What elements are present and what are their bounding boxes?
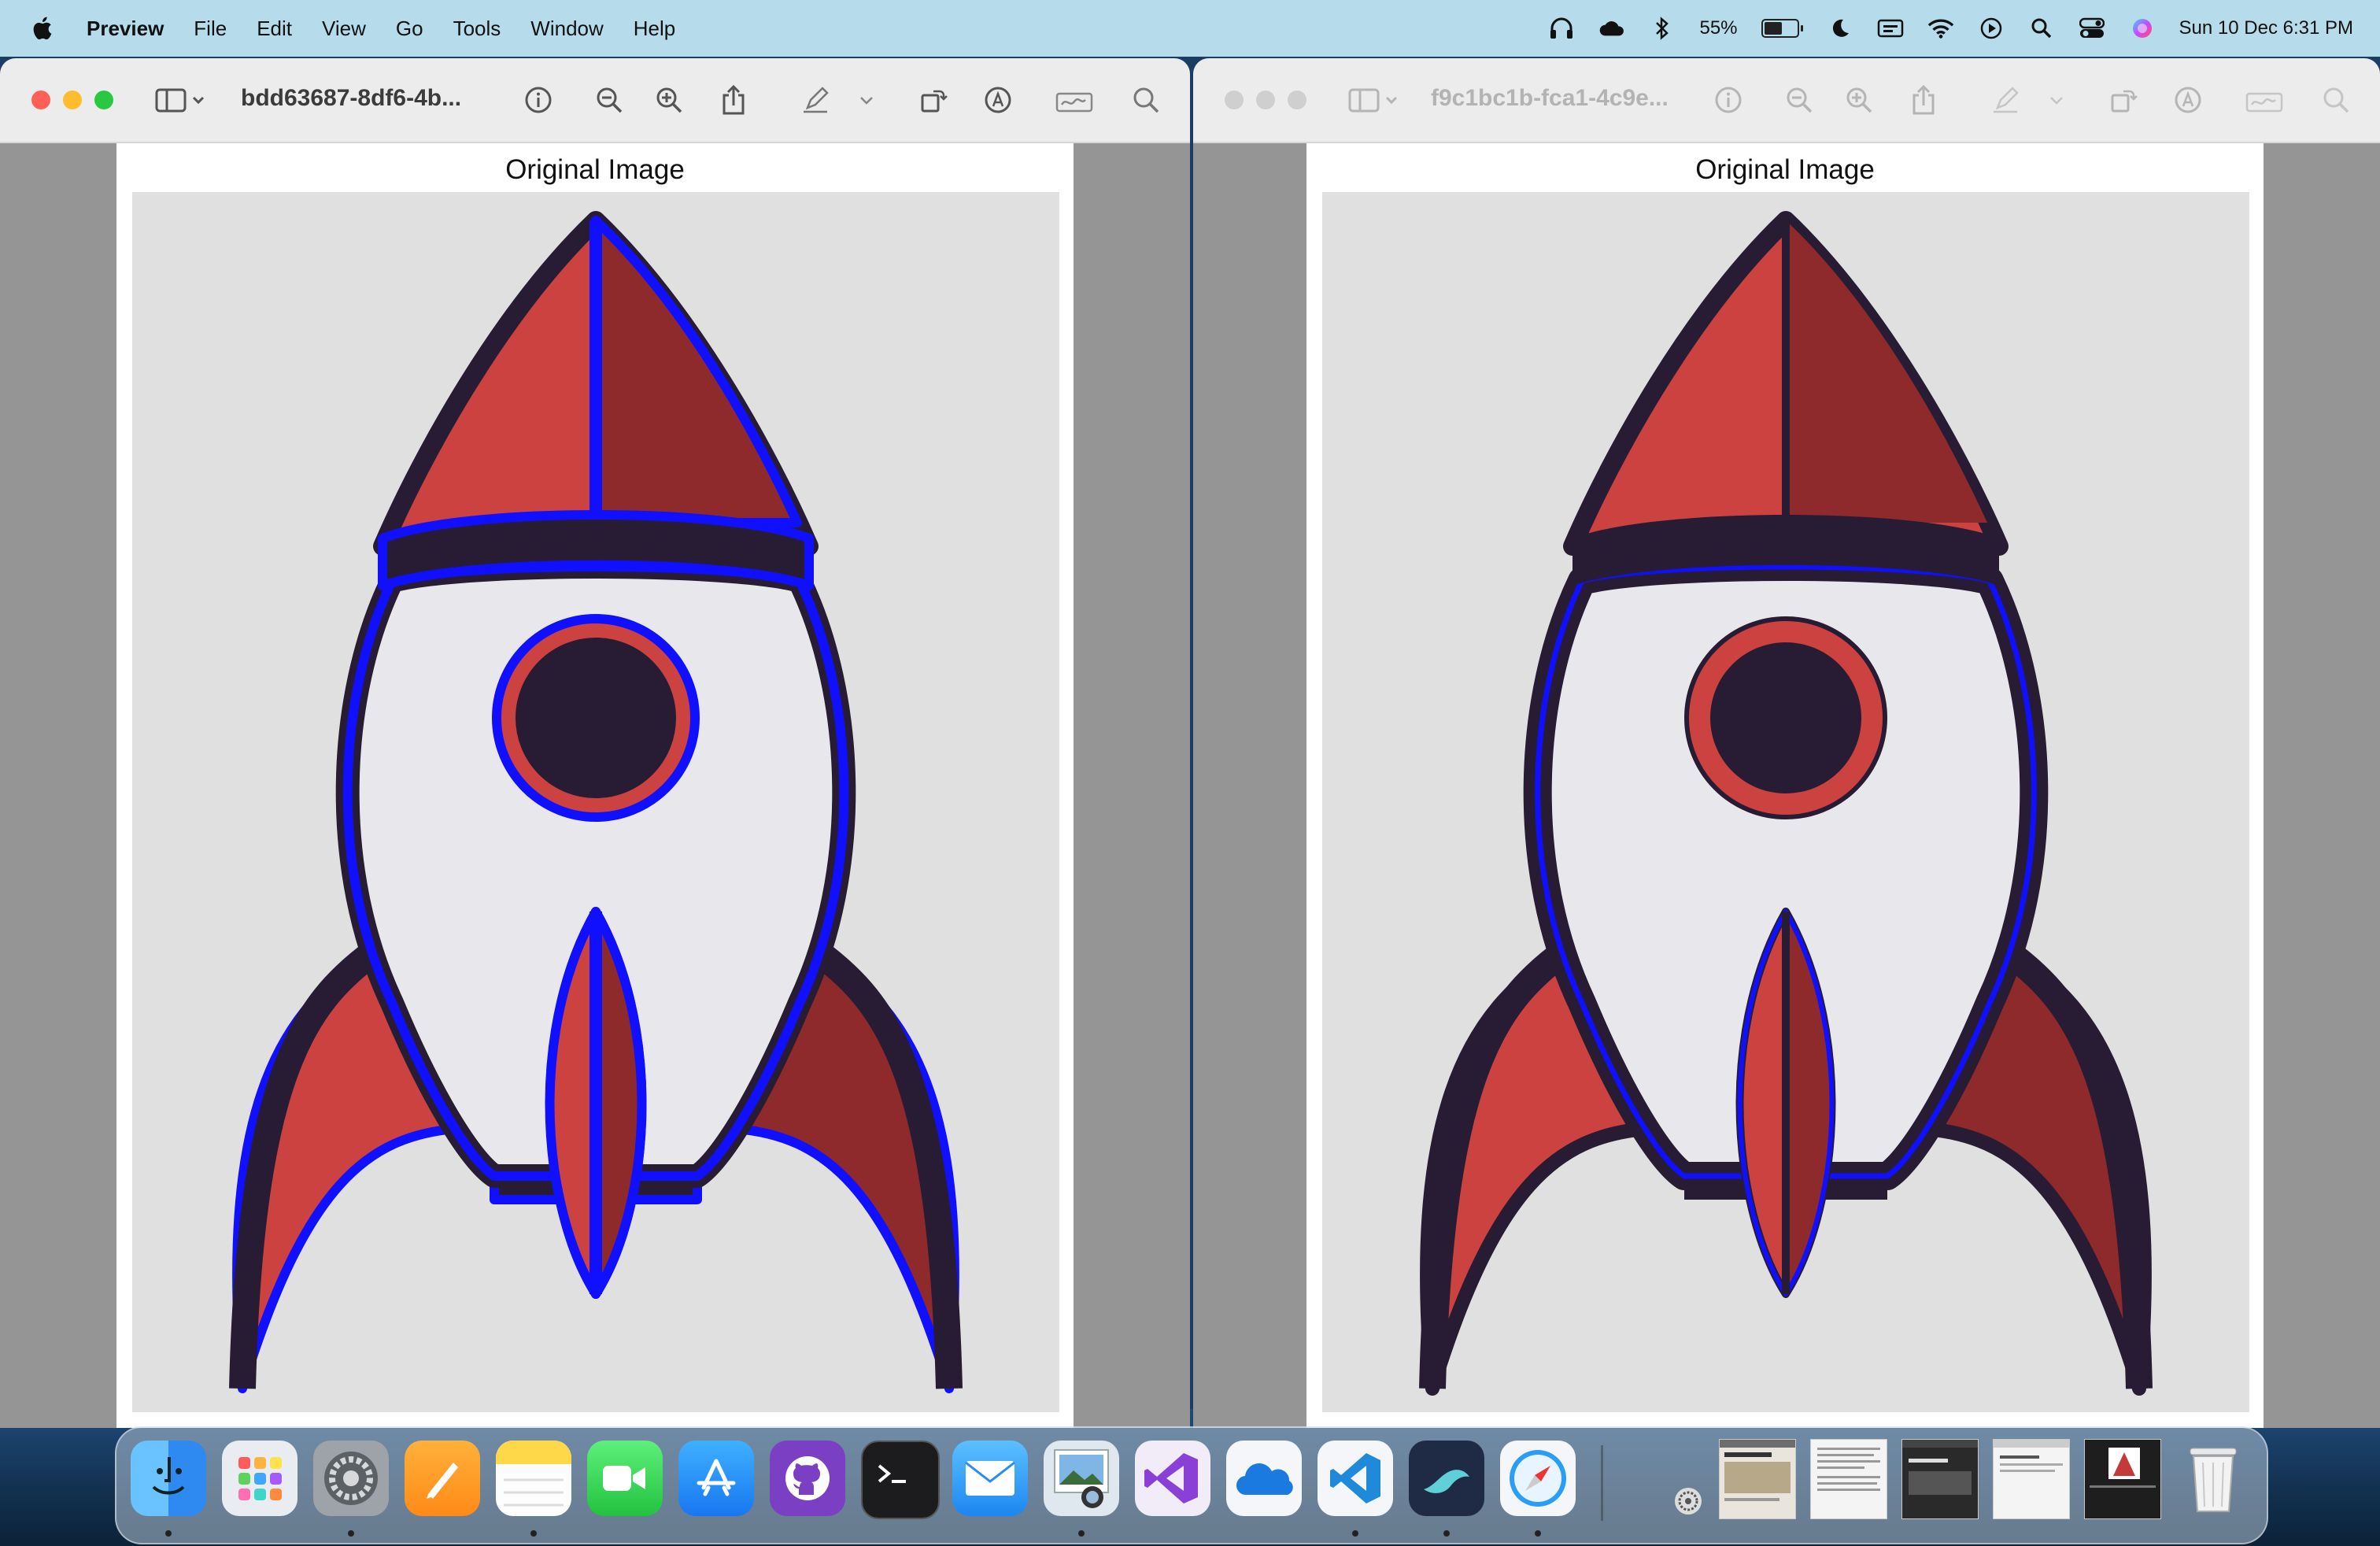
signature-icon[interactable] — [2245, 83, 2286, 117]
zoom-in-icon[interactable] — [1842, 83, 1876, 117]
rocket-illustration-body-outlined — [1419, 211, 2153, 1396]
rotate-icon[interactable] — [916, 83, 951, 117]
window-thumbnail-5[interactable] — [2084, 1439, 2161, 1519]
menu-edit[interactable]: Edit — [257, 17, 292, 41]
markup-pen-icon[interactable] — [1988, 83, 2023, 117]
window-toolbar: bdd63687-8df6-4b... — [0, 58, 1190, 143]
zoom-out-icon[interactable] — [592, 83, 626, 117]
control-center-icon[interactable] — [2079, 15, 2105, 42]
pages-icon[interactable] — [405, 1441, 480, 1516]
zoom-out-icon[interactable] — [1782, 83, 1816, 117]
signature-icon[interactable] — [1055, 83, 1096, 117]
menu-view[interactable]: View — [322, 17, 366, 41]
traffic-lights — [31, 91, 126, 109]
info-icon[interactable] — [1711, 83, 1746, 117]
menubar-clock[interactable]: Sun 10 Dec 6:31 PM — [2179, 17, 2353, 39]
window-thumbnail-2[interactable] — [1810, 1439, 1887, 1519]
zoom-button[interactable] — [94, 91, 113, 109]
zoom-button[interactable] — [1288, 91, 1306, 109]
menu-go[interactable]: Go — [396, 17, 423, 41]
minimize-button[interactable] — [63, 91, 82, 109]
apple-menu-icon[interactable] — [30, 13, 57, 43]
terminal-icon[interactable] — [861, 1441, 940, 1519]
menu-help[interactable]: Help — [634, 17, 675, 41]
menu-window[interactable]: Window — [530, 17, 603, 41]
siri-icon[interactable] — [2129, 15, 2156, 42]
annotate-icon[interactable] — [981, 83, 1015, 117]
trash-icon[interactable] — [2175, 1441, 2251, 1516]
onedrive-icon[interactable] — [1226, 1441, 1302, 1516]
github-desktop-icon[interactable] — [770, 1441, 845, 1516]
search-icon[interactable] — [2319, 83, 2353, 117]
launchpad-icon[interactable] — [222, 1441, 298, 1516]
share-icon[interactable] — [716, 83, 751, 117]
markup-dropdown-icon[interactable] — [855, 83, 878, 117]
rocket-image — [132, 192, 1059, 1412]
downloads-stack-icon[interactable] — [1675, 1488, 1702, 1515]
icloud-icon[interactable] — [1598, 15, 1625, 42]
facetime-icon[interactable] — [587, 1441, 663, 1516]
sidebar-toggle-icon[interactable] — [1347, 83, 1401, 117]
menu-tools[interactable]: Tools — [453, 17, 501, 41]
document-page: Original Image — [116, 143, 1074, 1428]
spotlight-search-icon[interactable] — [2028, 15, 2055, 42]
traffic-lights — [1225, 91, 1319, 109]
headphones-icon[interactable] — [1548, 15, 1575, 42]
bluetooth-icon[interactable] — [1649, 15, 1676, 42]
share-icon[interactable] — [1906, 83, 1941, 117]
figure-title: Original Image — [1695, 154, 1875, 185]
preview-window-right: f9c1bc1b-fca1-4c9e... Original Image — [1193, 58, 2380, 1428]
visual-studio-icon[interactable] — [1135, 1441, 1210, 1516]
window-thumbnail-4[interactable] — [1993, 1439, 2070, 1519]
notes-icon[interactable] — [496, 1441, 571, 1516]
preview-window-left: bdd63687-8df6-4b... Original Image — [0, 58, 1190, 1428]
rocket-illustration-outlined — [229, 211, 963, 1393]
now-playing-icon[interactable] — [1978, 15, 2005, 42]
app-store-icon[interactable] — [678, 1441, 754, 1516]
system-settings-icon[interactable] — [313, 1441, 389, 1516]
battery-icon[interactable] — [1761, 19, 1803, 38]
dock-separator — [1601, 1445, 1603, 1521]
annotate-icon[interactable] — [2171, 83, 2205, 117]
window-toolbar: f9c1bc1b-fca1-4c9e... — [1193, 58, 2380, 143]
minimize-button[interactable] — [1256, 91, 1275, 109]
document-page: Original Image — [1306, 143, 2264, 1428]
keyboard-input-icon[interactable] — [1877, 15, 1904, 42]
finder-icon[interactable] — [131, 1441, 206, 1516]
vscode-icon[interactable] — [1318, 1441, 1393, 1516]
battery-percentage: 55% — [1699, 17, 1738, 39]
search-icon[interactable] — [1129, 83, 1163, 117]
close-button[interactable] — [1225, 91, 1244, 109]
close-button[interactable] — [31, 91, 50, 109]
window-title: bdd63687-8df6-4b... — [241, 85, 462, 111]
mail-icon[interactable] — [952, 1441, 1028, 1516]
window-thumbnail-1[interactable] — [1719, 1439, 1796, 1519]
focus-moon-icon[interactable] — [1827, 15, 1853, 42]
safari-icon[interactable] — [1500, 1441, 1576, 1516]
dock — [115, 1426, 2268, 1544]
zoom-in-icon[interactable] — [652, 83, 686, 117]
window-title: f9c1bc1b-fca1-4c9e... — [1431, 85, 1669, 111]
menu-file[interactable]: File — [194, 17, 227, 41]
rotate-icon[interactable] — [2106, 83, 2141, 117]
sidebar-toggle-icon[interactable] — [154, 83, 208, 117]
info-icon[interactable] — [521, 83, 556, 117]
menu-bar: Preview File Edit View Go Tools Window H… — [0, 0, 2380, 57]
rocket-image — [1322, 192, 2249, 1412]
figure-title: Original Image — [505, 154, 685, 185]
wifi-icon[interactable] — [1927, 15, 1954, 42]
markup-dropdown-icon[interactable] — [2045, 83, 2068, 117]
markup-pen-icon[interactable] — [798, 83, 833, 117]
mendeley-icon[interactable] — [1409, 1441, 1484, 1516]
preview-icon[interactable] — [1044, 1441, 1119, 1516]
window-thumbnail-3[interactable] — [1901, 1439, 1979, 1519]
menu-app-name[interactable]: Preview — [87, 17, 164, 41]
